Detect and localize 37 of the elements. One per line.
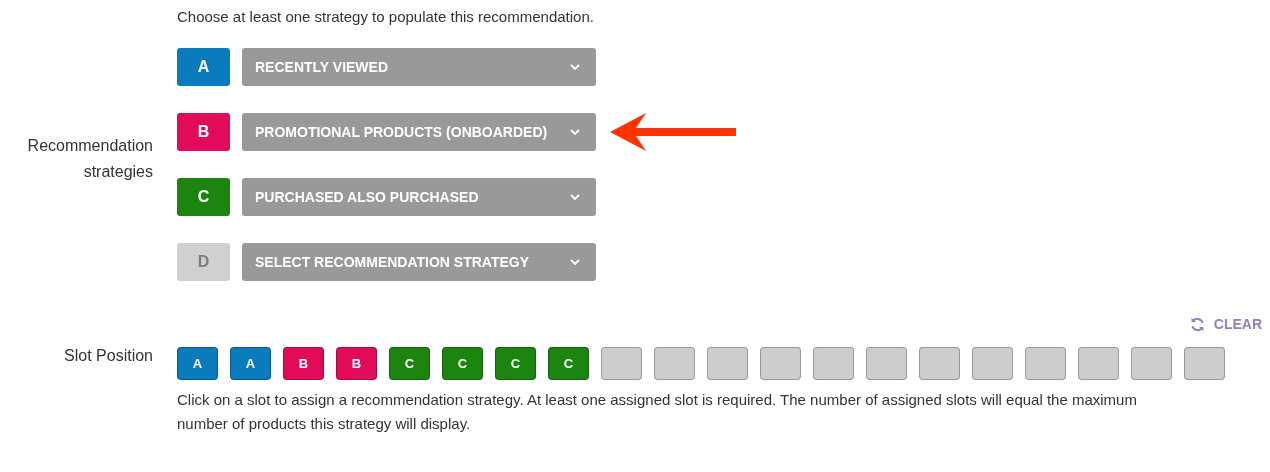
- slot-button[interactable]: [760, 347, 801, 380]
- chevron-down-icon: [570, 194, 580, 200]
- chevron-down-icon: [570, 129, 580, 135]
- slot-button[interactable]: C: [389, 347, 430, 380]
- chevron-down-icon: [570, 259, 580, 265]
- strategies-label: Recommendation strategies: [26, 136, 153, 182]
- slot-button[interactable]: A: [177, 347, 218, 380]
- slot-button[interactable]: C: [442, 347, 483, 380]
- slot-button[interactable]: B: [336, 347, 377, 380]
- slot-button[interactable]: [1184, 347, 1225, 380]
- slot-button[interactable]: C: [495, 347, 536, 380]
- chevron-down-icon: [570, 64, 580, 70]
- slot-button[interactable]: [654, 347, 695, 380]
- strategy-badge: A: [177, 48, 230, 86]
- slot-button[interactable]: [866, 347, 907, 380]
- slot-button[interactable]: [813, 347, 854, 380]
- strategy-badge: C: [177, 178, 230, 216]
- strategy-dropdown[interactable]: RECENTLY VIEWED: [242, 48, 596, 86]
- help-text: Click on a slot to assign a recommendation strategy. At least one assigned slot is required. The number of assigned slots will equal the maximum number of products this strategy will display.: [177, 390, 1138, 434]
- slot-button[interactable]: [1131, 347, 1172, 380]
- strategy-badge: D: [177, 243, 230, 281]
- slot-button[interactable]: [972, 347, 1013, 380]
- slot-button[interactable]: B: [283, 347, 324, 380]
- slot-button[interactable]: [1025, 347, 1066, 380]
- strategy-dropdown[interactable]: PURCHASED ALSO PURCHASED: [242, 178, 596, 216]
- slot-button[interactable]: A: [230, 347, 271, 380]
- slot-button[interactable]: [601, 347, 642, 380]
- slot-button[interactable]: [707, 347, 748, 380]
- instruction-text: Choose at least one strategy to populate this recommendation.: [177, 7, 595, 27]
- clear-button[interactable]: CLEAR: [1188, 313, 1262, 335]
- slot-button[interactable]: C: [548, 347, 589, 380]
- slot-position-label: Slot Position: [64, 346, 153, 366]
- slot-button[interactable]: [919, 347, 960, 380]
- strategy-badge: B: [177, 113, 230, 151]
- slot-button[interactable]: [1078, 347, 1119, 380]
- strategy-dropdown[interactable]: PROMOTIONAL PRODUCTS (ONBOARDED): [242, 113, 596, 151]
- refresh-icon: [1188, 315, 1206, 333]
